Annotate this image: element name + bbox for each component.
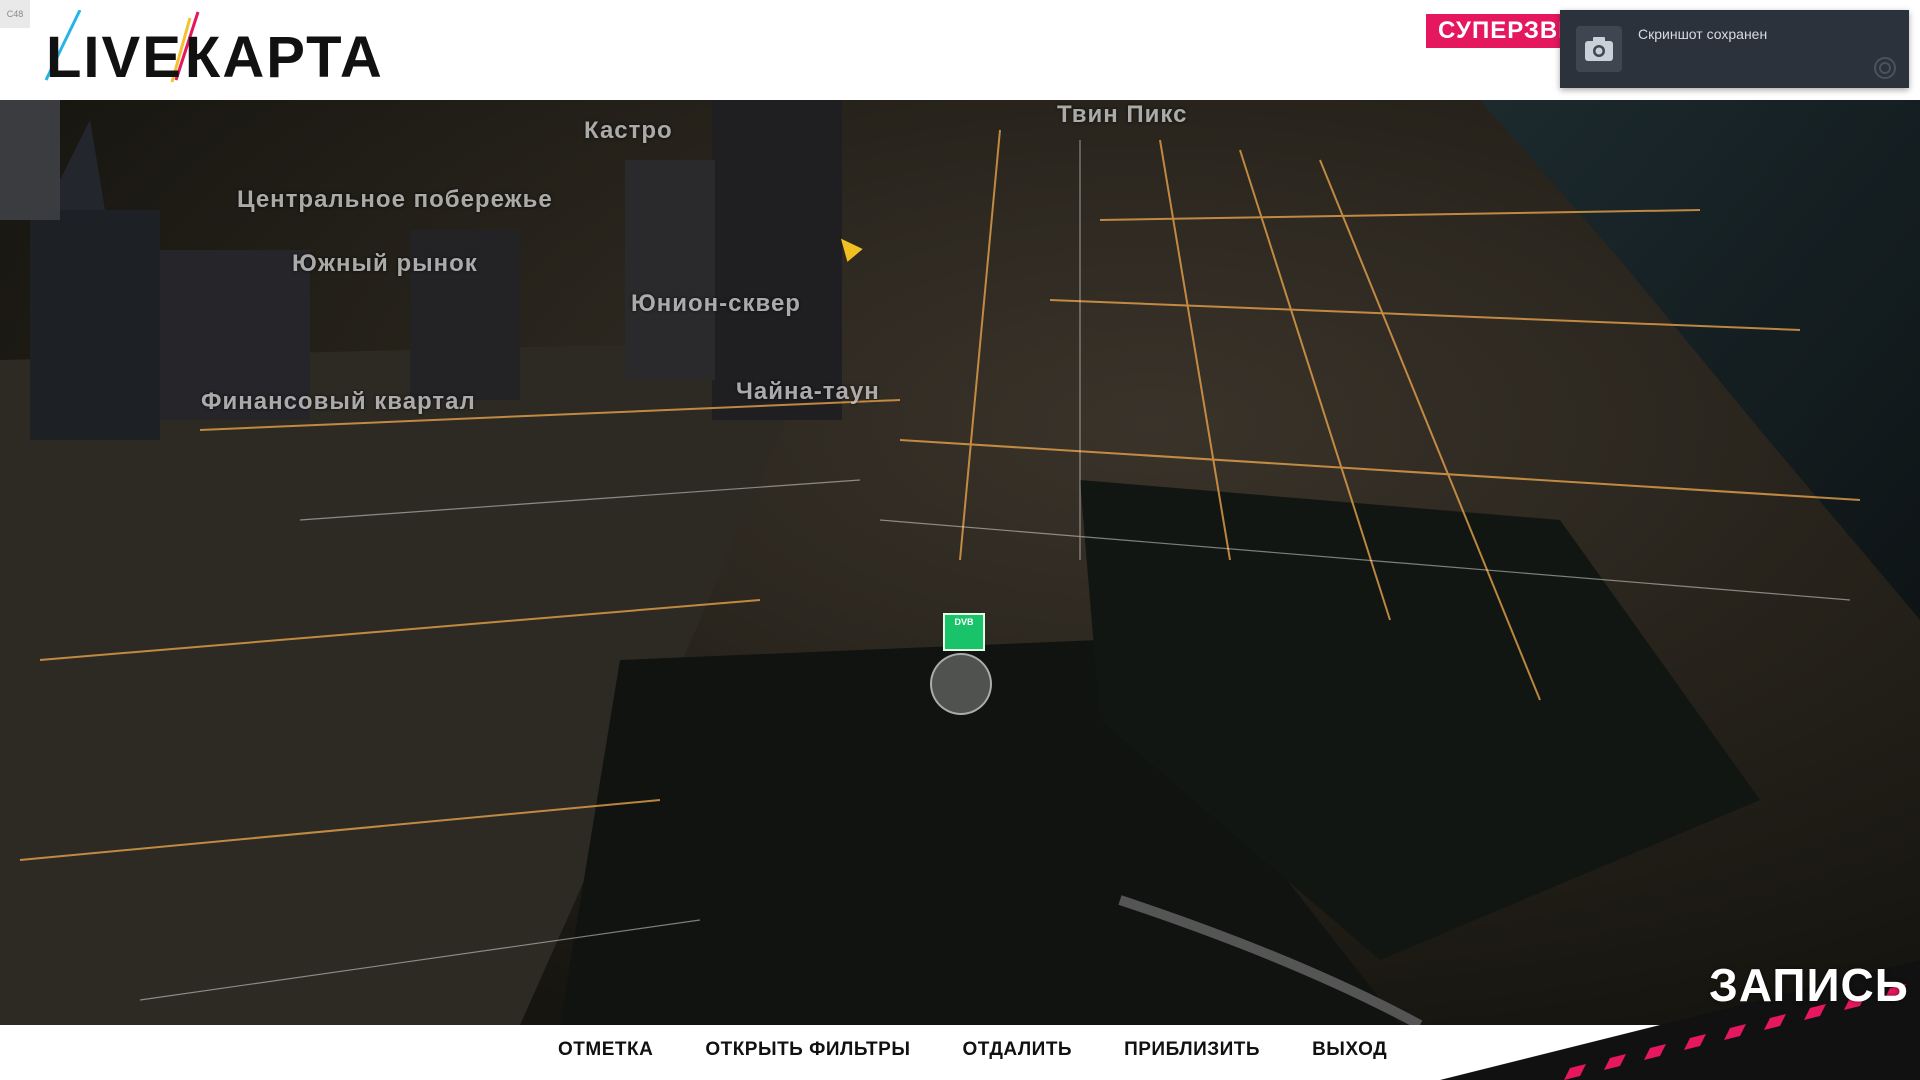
toast-message: Скриншот сохранен [1638,26,1768,42]
shop-marker-label: DVB [954,617,974,627]
map-terrain [0,100,1920,1025]
zoom-out-button[interactable]: ОТДАЛИТЬ [962,1039,1072,1061]
district-label: Чайна-таун [736,378,880,405]
livekarta-logo: LIVEКАРТА [40,10,382,90]
header: С48 LIVEКАРТА СУПЕРЗВЕ Скриншот сохранен [0,0,1920,100]
logo-karta: КАРТА [184,25,384,90]
player-location-marker[interactable] [930,653,992,715]
district-label: Юнион-сквер [631,290,801,317]
fps-counter: С48 [0,0,30,28]
overlay-logo-icon [1874,57,1896,79]
district-label: Южный рынок [292,250,478,277]
district-label: Кастро [584,117,673,144]
zoom-in-button[interactable]: ПРИБЛИЗИТЬ [1124,1039,1260,1061]
mark-button[interactable]: ОТМЕТКА [558,1039,653,1061]
city-map[interactable]: Кастро Твин Пикс Центральное побережье Ю… [0,100,1920,1025]
screenshot-toast: Скриншот сохранен [1560,10,1909,88]
district-label: Центральное побережье [237,186,553,213]
map-controls: ОТМЕТКА ОТКРЫТЬ ФИЛЬТРЫ ОТДАЛИТЬ ПРИБЛИЗ… [558,1039,1439,1061]
camera-icon [1576,26,1622,72]
logo-live: LIVE [46,25,183,90]
district-label: Финансовый квартал [201,388,476,415]
shop-marker-icon[interactable]: DVB [943,613,985,651]
exit-button[interactable]: ВЫХОД [1312,1039,1387,1061]
record-indicator: ЗАПИСЬ [1709,959,1909,1011]
district-label: Твин Пикс [1057,101,1188,128]
open-filters-button[interactable]: ОТКРЫТЬ ФИЛЬТРЫ [705,1039,910,1061]
